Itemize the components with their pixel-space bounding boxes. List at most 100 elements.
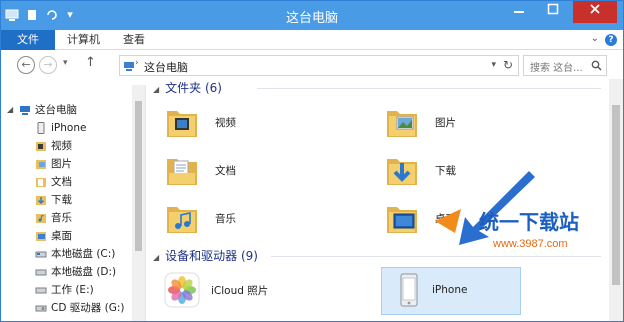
- sidebar-item-downloads[interactable]: 下载: [1, 191, 129, 209]
- minimize-button[interactable]: [505, 1, 533, 23]
- sidebar-item-this-pc[interactable]: ◢ 这台电脑: [1, 101, 129, 119]
- group-header-devices[interactable]: ◢ 设备和驱动器 (9): [153, 247, 258, 265]
- drive-icon: [35, 287, 47, 294]
- documents-folder-icon: [167, 159, 197, 185]
- watermark-url: www.3987.com: [492, 238, 568, 250]
- sidebar-item-label: 视频: [51, 140, 72, 152]
- folder-label: 音乐: [215, 213, 236, 225]
- refresh-icon[interactable]: ↻: [503, 58, 513, 72]
- collapse-arrow-icon[interactable]: ◢: [153, 85, 159, 94]
- device-label: iPhone: [432, 284, 468, 296]
- pictures-folder-icon: [36, 160, 46, 169]
- folder-label: 图片: [435, 117, 456, 129]
- video-folder-icon: [167, 111, 197, 137]
- close-button[interactable]: [573, 1, 617, 23]
- tab-file[interactable]: 文件: [1, 30, 55, 50]
- sidebar-item-drive-c[interactable]: 本地磁盘 (C:): [1, 245, 129, 263]
- tab-computer[interactable]: 计算机: [57, 30, 110, 50]
- address-dropdown-icon[interactable]: ▾: [491, 60, 496, 70]
- sidebar-item-pictures[interactable]: 图片: [1, 155, 129, 173]
- tab-view[interactable]: 查看: [113, 30, 155, 50]
- folder-music[interactable]: 音乐: [153, 197, 303, 241]
- desktop-folder-icon: [36, 232, 46, 241]
- sidebar-item-iphone[interactable]: iPhone: [1, 119, 129, 137]
- sidebar-scrollbar-thumb[interactable]: [135, 101, 142, 251]
- forward-arrow-icon: →: [43, 58, 53, 71]
- navigation-pane: ◢ 这台电脑 iPhone 视频 图片 文档 下载 音乐 桌面 本地磁盘 (C:…: [1, 85, 146, 321]
- sidebar-item-label: 下载: [51, 194, 72, 206]
- sidebar-item-cd-drive[interactable]: CD 驱动器 (G:): [1, 299, 129, 317]
- sidebar-scrollbar[interactable]: [132, 85, 145, 321]
- downloads-folder-icon: [36, 196, 46, 205]
- navigation-bar: ← → ▾ ↑ › 这台电脑 ▾ ↻ 搜索 这台...: [1, 51, 623, 79]
- explorer-window: ▾ 这台电脑 文件 计算机 查看 ⌄ ? ← → ▾ ↑ › 这台电脑 ▾ ↻ …: [0, 0, 624, 322]
- search-icon[interactable]: [591, 60, 602, 71]
- sidebar-item-label: CD 驱动器 (G:): [51, 302, 125, 314]
- video-folder-icon: [36, 142, 46, 151]
- downloads-folder-icon: [387, 159, 417, 185]
- sidebar-item-videos[interactable]: 视频: [1, 137, 129, 155]
- sidebar-item-label: 工作 (E:): [51, 284, 94, 296]
- minimize-icon: [514, 11, 524, 13]
- music-folder-icon: [36, 214, 46, 223]
- group-header-label: 文件夹 (6): [165, 81, 222, 95]
- computer-icon: [20, 106, 30, 115]
- device-icloud-photos[interactable]: iCloud 照片: [153, 269, 323, 313]
- folder-pictures[interactable]: 图片: [373, 101, 523, 145]
- computer-icon: [124, 62, 134, 71]
- back-arrow-icon: ←: [21, 58, 31, 71]
- sidebar-item-label: 图片: [51, 158, 72, 170]
- sidebar-item-label: 本地磁盘 (D:): [51, 266, 117, 278]
- collapse-arrow-icon[interactable]: ◢: [7, 101, 13, 119]
- recent-locations-icon[interactable]: ▾: [63, 58, 68, 68]
- sidebar-item-drive-e[interactable]: 工作 (E:): [1, 281, 129, 299]
- folder-documents[interactable]: 文档: [153, 149, 303, 193]
- device-label: iCloud 照片: [211, 285, 269, 297]
- drive-icon: [35, 269, 47, 276]
- iphone-icon: [37, 122, 45, 134]
- icloud-photos-icon: [164, 272, 200, 308]
- close-icon: [590, 4, 600, 14]
- music-folder-icon: [167, 207, 197, 233]
- device-iphone[interactable]: iPhone: [381, 267, 521, 315]
- watermark-logo: 统一下载站 www.3987.com: [435, 171, 579, 250]
- documents-folder-icon: [36, 178, 46, 187]
- search-box[interactable]: 搜索 这台...: [523, 55, 607, 76]
- maximize-icon: [547, 3, 559, 15]
- folder-label: 视频: [215, 117, 236, 129]
- title-bar: ▾ 这台电脑: [1, 1, 623, 30]
- iphone-device-icon: [400, 273, 418, 307]
- up-arrow-icon[interactable]: ↑: [85, 55, 96, 70]
- address-bar[interactable]: › 这台电脑 ▾ ↻: [119, 55, 519, 76]
- folder-videos[interactable]: 视频: [153, 101, 303, 145]
- sidebar-item-desktop[interactable]: 桌面: [1, 227, 129, 245]
- cd-drive-icon: [35, 305, 47, 312]
- sidebar-item-label: 文档: [51, 176, 72, 188]
- maximize-button[interactable]: [539, 1, 567, 23]
- sidebar-item-label: 桌面: [51, 230, 72, 242]
- forward-button[interactable]: →: [39, 56, 57, 74]
- group-divider: [271, 256, 601, 257]
- ribbon-tabs: 文件 计算机 查看 ⌄ ?: [1, 30, 623, 50]
- sidebar-item-documents[interactable]: 文档: [1, 173, 129, 191]
- search-placeholder: 搜索 这台...: [530, 63, 583, 74]
- sidebar-item-music[interactable]: 音乐: [1, 209, 129, 227]
- collapse-arrow-icon[interactable]: ◢: [153, 253, 159, 262]
- sidebar-item-label: 本地磁盘 (C:): [51, 248, 116, 260]
- sidebar-item-label: iPhone: [51, 122, 87, 134]
- desktop-folder-icon: [387, 207, 417, 233]
- breadcrumb-chevron-icon[interactable]: ›: [135, 58, 139, 68]
- address-text: 这台电脑: [144, 61, 188, 74]
- pictures-folder-icon: [387, 111, 417, 137]
- watermark-name: 统一下载站: [479, 210, 579, 234]
- folder-label: 文档: [215, 165, 236, 177]
- sidebar-item-label: 这台电脑: [35, 104, 77, 116]
- drive-icon: [35, 251, 47, 258]
- group-header-folders[interactable]: ◢ 文件夹 (6): [153, 79, 222, 97]
- expand-ribbon-icon[interactable]: ⌄: [591, 33, 599, 44]
- sidebar-item-label: 音乐: [51, 212, 72, 224]
- sidebar-item-drive-d[interactable]: 本地磁盘 (D:): [1, 263, 129, 281]
- help-icon[interactable]: ?: [605, 34, 617, 46]
- back-button[interactable]: ←: [17, 56, 35, 74]
- group-header-label: 设备和驱动器 (9): [165, 249, 258, 263]
